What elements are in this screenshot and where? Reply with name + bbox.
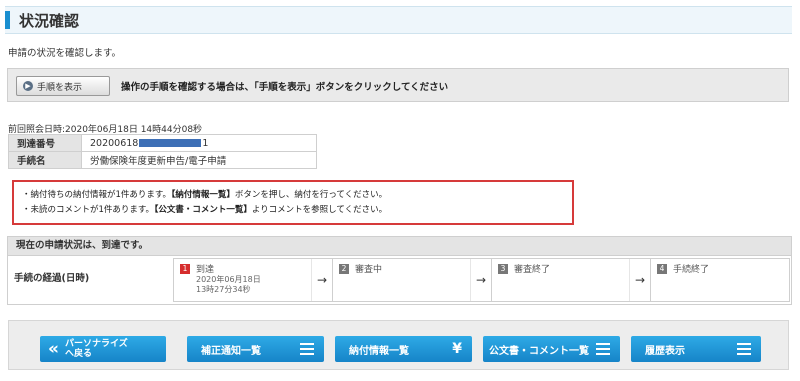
application-info-table: 到達番号 20200618 1 手続名 労働保険年度更新申告/電子申請 [8,134,317,169]
back-button-line1: パーソナライズ [64,339,128,349]
documents-comments-list-button[interactable]: 公文書・コメント一覧 [483,336,620,362]
step-name: 審査中 [355,265,383,275]
arrival-number-prefix: 20200618 [90,137,139,149]
arrow-right-icon: → [312,259,333,301]
step-name: 審査終了 [514,265,551,275]
arrival-number-suffix: 1 [202,137,209,149]
status-heading: 現在の申請状況は、到達です。 [8,237,791,256]
progress-label: 手続の経過(日時) [14,273,90,284]
list-icon [737,340,751,358]
documents-button-label: 公文書・コメント一覧 [489,345,589,357]
intro-text: 申請の状況を確認します。 [8,48,122,59]
yen-icon: ¥ [452,341,462,357]
procedure-name-label: 手続名 [8,151,82,169]
procedure-box: ▶ 手順を表示 操作の手順を確認する場合は、「手順を表示」ボタンをクリックしてく… [7,68,789,102]
arrival-number-value: 20200618 1 [81,134,317,152]
step-date: 2020年06月18日 [196,275,261,284]
notice-comment-text: ・未読のコメントが1件あります。 [22,205,155,215]
arrow-right-icon: → [471,259,492,301]
step-under-review: 2 審査中 [333,259,471,301]
payment-button-label: 納付情報一覧 [349,345,409,357]
history-button[interactable]: 履歴表示 [631,336,761,362]
notice-payment-text: ・納付待ちの納付情報が1件あります。 [22,190,172,200]
back-button-line2: へ戻る [64,349,92,359]
correction-button-label: 補正通知一覧 [201,345,261,357]
arrow-right-icon: → [630,259,651,301]
notice-line-payment: ・納付待ちの納付情報が1件あります。【納付情報一覧】ボタンを押し、納付を行ってく… [22,188,564,203]
double-chevron-left-icon: « [48,339,59,359]
step-review-complete: 3 審査終了 [492,259,630,301]
step-procedure-complete: 4 手続終了 [651,259,789,301]
notice-box: ・納付待ちの納付情報が1件あります。【納付情報一覧】ボタンを押し、納付を行ってく… [12,180,574,225]
show-procedure-button[interactable]: ▶ 手順を表示 [16,76,110,96]
step-number-badge: 2 [339,263,349,274]
progress-steps: 1 到達 2020年06月18日 13時27分34秒 → 2 審査中 → 3 審査終了… [173,258,790,302]
arrival-number-label: 到達番号 [8,134,82,152]
procedure-instruction: 操作の手順を確認する場合は、「手順を表示」ボタンをクリックしてください [121,82,449,93]
notice-payment-link-name: 【納付情報一覧】 [171,190,235,200]
step-name: 手続終了 [673,265,710,275]
back-to-personalize-button[interactable]: « パーソナライズ へ戻る [40,336,166,362]
list-icon [596,340,610,358]
procedure-name-value: 労働保険年度更新申告/電子申請 [81,151,317,169]
play-icon: ▶ [23,81,33,91]
notice-comment-text-end: よりコメントを参照してください。 [251,205,388,215]
notice-payment-text-end: ボタンを押し、納付を行ってください。 [234,190,388,200]
back-button-label: パーソナライズ へ戻る [65,339,128,359]
step-number-badge: 1 [180,263,190,274]
title-accent [5,11,10,29]
status-panel: 現在の申請状況は、到達です。 手続の経過(日時) 1 到達 2020年06月18日… [7,236,792,305]
title-bar: 状況確認 [5,6,792,34]
step-time: 13時27分34秒 [196,285,251,294]
step-name: 到達 [196,265,215,275]
notice-line-comment: ・未読のコメントが1件あります。【公文書・コメント一覧】よりコメントを参照してく… [22,203,564,218]
history-button-label: 履歴表示 [645,345,685,357]
step-number-badge: 4 [657,263,667,274]
redaction-bar [139,139,202,147]
show-procedure-label: 手順を表示 [37,82,83,93]
page-title: 状況確認 [19,12,80,30]
list-icon [300,340,314,358]
step-number-badge: 3 [498,263,508,274]
payment-info-list-button[interactable]: 納付情報一覧 ¥ [335,336,472,362]
footer-actions: « パーソナライズ へ戻る 補正通知一覧 納付情報一覧 ¥ 公文書・コメント一覧… [8,320,789,370]
correction-notice-list-button[interactable]: 補正通知一覧 [187,336,324,362]
step-arrival: 1 到達 2020年06月18日 13時27分34秒 [174,259,312,301]
notice-comment-link-name: 【公文書・コメント一覧】 [154,205,252,215]
